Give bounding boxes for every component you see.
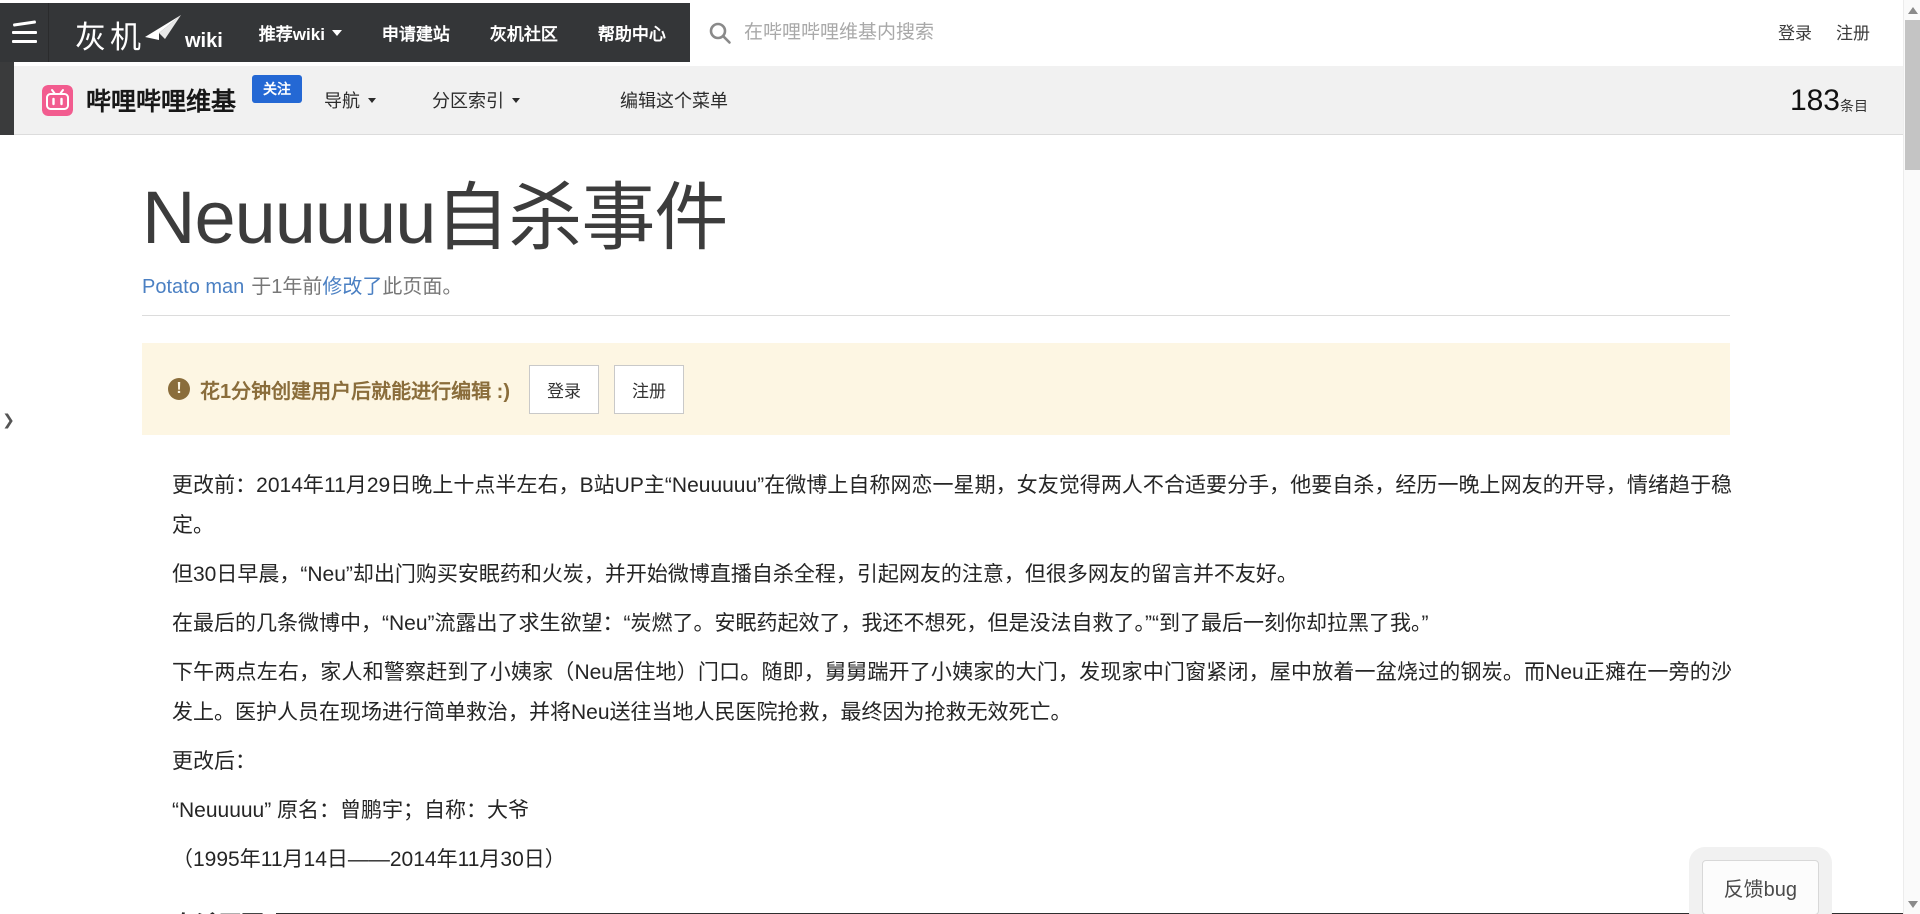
byline-tail: 此页面。 xyxy=(382,276,462,298)
top-nav: 推荐wiki 申请建站 灰机社区 帮助中心 xyxy=(239,3,686,62)
top-global-bar: 登录 注册 灰机 wiki 推荐wiki xyxy=(0,0,1920,66)
search-area xyxy=(690,0,1903,66)
top-nav-item[interactable]: 推荐wiki xyxy=(239,3,362,62)
wikibar-nav-dropdown[interactable]: 导航 xyxy=(324,87,376,113)
section-heading-cut: 自杀原因 xyxy=(172,905,1904,914)
article-body: 更改前：2014年11月29日晚上十点半左右，B站UP主“Neuuuuu”在微博… xyxy=(172,466,1732,880)
wiki-title[interactable]: 哔哩哔哩维基 xyxy=(86,82,236,118)
edit-menu-link[interactable]: 编辑这个菜单 xyxy=(620,87,728,113)
article-count: 183 条目 xyxy=(1790,66,1868,135)
section-heading-text: 自杀原因 xyxy=(172,905,264,914)
notice-register-button[interactable]: 注册 xyxy=(614,365,684,414)
sidebar-expand-toggle[interactable]: ❯ xyxy=(0,405,17,435)
wiki-header-bar: 哔哩哔哩维基 关注 导航 分区索引 编辑这个菜单 183 条目 xyxy=(0,66,1920,135)
chevron-down-icon xyxy=(332,30,342,36)
article-count-number: 183 xyxy=(1790,84,1840,118)
paragraph: 下午两点左右，家人和警察赶到了小姨家（Neu居住地）门口。随即，舅舅踹开了小姨家… xyxy=(172,653,1732,733)
logo-text-en: wiki xyxy=(185,31,223,51)
feedback-bug-button[interactable]: 反馈bug xyxy=(1702,860,1819,914)
scrollbar-down-arrow[interactable] xyxy=(1904,896,1920,912)
notice-text: 花1分钟创建用户后就能进行编辑 :) xyxy=(200,375,510,404)
edit-history-link[interactable]: 修改了 xyxy=(322,276,382,298)
edit-notice-banner: ! 花1分钟创建用户后就能进行编辑 :) 登录 注册 xyxy=(142,343,1730,435)
search-icon xyxy=(708,21,732,45)
scrollbar-up-arrow[interactable] xyxy=(1904,2,1920,18)
article: Neuuuuu自杀事件 Potato man 于1年前修改了此页面。 ! 花1分钟… xyxy=(142,135,1730,889)
paragraph: “Neuuuuu” 原名：曾鹏宇；自称：大爷 xyxy=(172,791,1732,831)
follow-button[interactable]: 关注 xyxy=(252,75,302,103)
page-title: Neuuuuu自杀事件 xyxy=(142,175,1730,260)
page: 登录 注册 灰机 wiki 推荐wiki xyxy=(0,0,1920,914)
collapsed-sidebar-rail xyxy=(0,62,14,135)
chevron-down-icon xyxy=(512,98,520,103)
top-auth-links: 登录 注册 xyxy=(1778,0,1870,62)
author-link[interactable]: Potato man xyxy=(142,276,244,298)
paper-plane-icon xyxy=(143,13,183,43)
scrollbar-thumb[interactable] xyxy=(1905,20,1920,170)
byline: Potato man 于1年前修改了此页面。 xyxy=(142,270,1730,299)
top-nav-item[interactable]: 灰机社区 xyxy=(470,3,578,62)
bilibili-wiki-icon[interactable] xyxy=(42,85,73,116)
article-count-unit: 条目 xyxy=(1840,96,1868,116)
byline-text: 于1年前 xyxy=(251,276,322,298)
logo-text-cn: 灰机 xyxy=(75,22,145,53)
paragraph: 在最后的几条微博中，“Neu”流露出了求生欲望：“炭燃了。安眠药起效了，我还不想… xyxy=(172,604,1732,644)
alert-icon: ! xyxy=(168,378,190,400)
notice-login-button[interactable]: 登录 xyxy=(529,365,599,414)
search-input[interactable] xyxy=(744,22,1444,44)
paragraph: （1995年11月14日——2014年11月30日） xyxy=(172,840,1732,880)
title-divider xyxy=(142,315,1730,316)
paragraph: 更改后： xyxy=(172,742,1732,782)
chevron-down-icon xyxy=(368,98,376,103)
top-nav-item[interactable]: 帮助中心 xyxy=(578,3,686,62)
feedback-widget: 反馈bug xyxy=(1689,847,1832,914)
login-link[interactable]: 登录 xyxy=(1778,19,1812,44)
hamburger-menu-icon[interactable] xyxy=(0,3,49,62)
huiji-wiki-logo[interactable]: 灰机 wiki xyxy=(75,13,223,53)
top-nav-item[interactable]: 申请建站 xyxy=(362,3,470,62)
register-link[interactable]: 注册 xyxy=(1836,19,1870,44)
paragraph: 更改前：2014年11月29日晚上十点半左右，B站UP主“Neuuuuu”在微博… xyxy=(172,466,1732,546)
wikibar-index-dropdown[interactable]: 分区索引 xyxy=(432,87,520,113)
topbar-dark-section: 灰机 wiki 推荐wiki 申请建站 xyxy=(0,3,690,62)
paragraph: 但30日早晨，“Neu”却出门购买安眠药和火炭，并开始微博直播自杀全程，引起网友… xyxy=(172,555,1732,595)
vertical-scrollbar[interactable] xyxy=(1903,0,1920,914)
